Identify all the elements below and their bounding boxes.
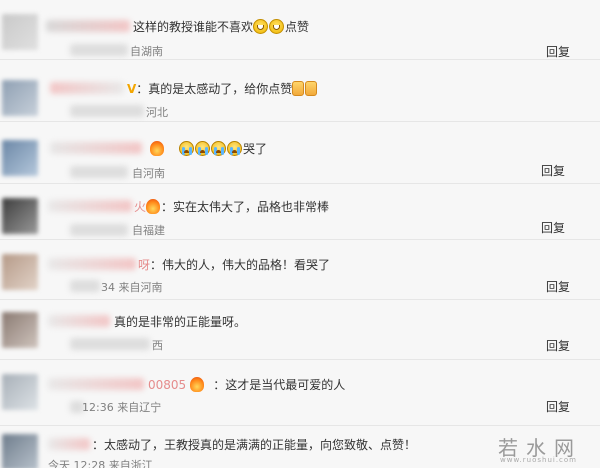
username[interactable] [48,258,136,270]
comment-meta: 今天 12:28 来自浙江 [48,459,153,468]
fire-badge-icon [150,141,164,156]
avatar[interactable] [2,374,38,410]
avatar[interactable] [2,434,38,468]
timestamp [70,338,150,350]
comment-item: 呀：伟大的人，伟大的品格！看哭了 34 来自河南 回复 [0,240,600,300]
fire-badge-icon [190,377,205,392]
comment-meta: 西 [152,339,163,352]
reply-button[interactable]: 回复 [546,337,570,354]
reply-button[interactable]: 回复 [546,43,570,60]
comment-text: ：太感动了，王教授真的是满满的正能量，向您致敬、点赞！ [92,438,417,452]
laughing-emoji-icon [253,19,269,34]
username[interactable] [48,378,144,390]
comment-text: 00805 ：这才是当代最可爱的人 [148,377,346,392]
crying-emoji-icon [195,141,210,156]
laughing-emoji-icon [269,19,285,34]
timestamp [70,105,144,117]
reply-button[interactable]: 回复 [546,278,570,295]
avatar[interactable] [2,14,38,50]
crying-emoji-icon [211,141,226,156]
comment-meta: 自河南 [132,167,165,180]
avatar[interactable] [2,140,38,176]
comment-item: V：真的是太感动了，给你点赞 河北 [0,60,600,122]
comment-text: 这样的教授谁能不喜欢 点赞 [133,19,310,34]
username[interactable] [50,142,142,154]
thumbs-up-icon [292,81,305,96]
avatar[interactable] [2,198,38,234]
comment-text: 火：实在太伟大了，品格也非常棒 [134,199,330,214]
timestamp [70,166,128,178]
crying-emoji-icon [227,141,242,156]
comment-item: 00805 ：这才是当代最可爱的人 12:36 来自辽宁 回复 [0,360,600,426]
avatar[interactable] [2,80,38,116]
comment-item: 哭了 自河南 回复 [0,122,600,184]
reply-button[interactable]: 回复 [546,398,570,415]
comment-meta: 34 来自河南 [101,281,163,294]
username[interactable] [50,82,124,94]
crying-emoji-icon [179,141,194,156]
comment-text: 真的是非常的正能量呀。 [114,315,247,329]
comment-text: V：真的是太感动了，给你点赞 [127,80,318,97]
comment-meta: 自湖南 [130,45,163,58]
username[interactable] [48,438,90,450]
timestamp [70,44,128,56]
comment-item: 这样的教授谁能不喜欢 点赞 自湖南 回复 [0,0,600,60]
comment-meta: 自福建 [132,224,165,237]
username[interactable] [48,200,132,212]
comment-list: 这样的教授谁能不喜欢 点赞 自湖南 回复 V：真的是太感动了，给你点赞 河北 哭了… [0,0,600,468]
reply-button[interactable]: 回复 [541,162,565,179]
comment-item: 真的是非常的正能量呀。 西 回复 [0,300,600,360]
timestamp [70,224,128,236]
verified-badge: V [127,82,137,96]
watermark-url: www.ruoshui.com [500,456,577,464]
fire-badge-icon [146,199,161,214]
thumbs-up-icon [305,81,318,96]
username[interactable] [46,20,130,32]
reply-button[interactable]: 回复 [541,219,565,236]
comment-meta: 12:36 来自辽宁 [82,401,162,414]
avatar[interactable] [2,312,38,348]
comment-text: 呀：伟大的人，伟大的品格！看哭了 [138,258,331,272]
username[interactable] [48,315,110,327]
comment-item: 火：实在太伟大了，品格也非常棒 自福建 回复 [0,184,600,240]
comment-text: 哭了 [150,140,267,157]
avatar[interactable] [2,254,38,290]
timestamp [70,280,100,292]
comment-meta: 河北 [146,106,168,119]
